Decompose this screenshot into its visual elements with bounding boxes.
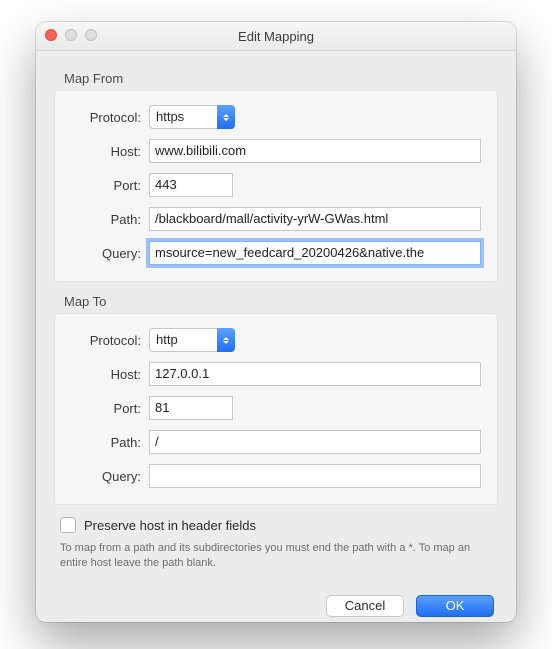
map-to-host-input[interactable]: 127.0.0.1 [149, 362, 481, 386]
window-controls [45, 29, 97, 41]
map-to-port-label: Port: [71, 401, 141, 416]
close-icon[interactable] [45, 29, 57, 41]
map-from-group: Protocol: https Host: www.bilibili.com P… [54, 90, 498, 282]
map-from-port-input[interactable]: 443 [149, 173, 233, 197]
map-to-host-label: Host: [71, 367, 141, 382]
window-title: Edit Mapping [238, 29, 314, 44]
preserve-host-row[interactable]: Preserve host in header fields [60, 517, 498, 533]
map-to-query-input[interactable] [149, 464, 481, 488]
map-from-protocol-label: Protocol: [71, 110, 141, 125]
map-to-path-input[interactable]: / [149, 430, 481, 454]
chevron-updown-icon [217, 105, 235, 129]
ok-button[interactable]: OK [416, 595, 494, 617]
map-to-legend: Map To [64, 294, 498, 309]
map-from-protocol-select[interactable]: https [149, 105, 235, 129]
help-text: To map from a path and its subdirectorie… [60, 541, 492, 571]
map-to-port-input[interactable]: 81 [149, 396, 233, 420]
map-to-path-label: Path: [71, 435, 141, 450]
minimize-icon [65, 29, 77, 41]
preserve-host-checkbox[interactable] [60, 517, 76, 533]
map-from-path-label: Path: [71, 212, 141, 227]
dialog-buttons: Cancel OK [54, 595, 498, 617]
map-from-host-input[interactable]: www.bilibili.com [149, 139, 481, 163]
zoom-icon [85, 29, 97, 41]
dialog-body: Map From Protocol: https Host: www.bilib… [36, 51, 516, 622]
edit-mapping-window: Edit Mapping Map From Protocol: https Ho… [36, 22, 516, 622]
map-from-path-input[interactable]: /blackboard/mall/activity-yrW-GWas.html [149, 207, 481, 231]
map-from-host-label: Host: [71, 144, 141, 159]
preserve-host-label: Preserve host in header fields [84, 518, 256, 533]
map-from-query-label: Query: [71, 246, 141, 261]
map-to-protocol-label: Protocol: [71, 333, 141, 348]
map-to-query-label: Query: [71, 469, 141, 484]
map-from-port-label: Port: [71, 178, 141, 193]
chevron-updown-icon [217, 328, 235, 352]
map-to-protocol-select[interactable]: http [149, 328, 235, 352]
titlebar: Edit Mapping [36, 22, 516, 51]
cancel-button[interactable]: Cancel [326, 595, 404, 617]
map-to-group: Protocol: http Host: 127.0.0.1 Port: 81 … [54, 313, 498, 505]
map-from-query-input[interactable]: msource=new_feedcard_20200426&native.the [149, 241, 481, 265]
map-from-legend: Map From [64, 71, 498, 86]
